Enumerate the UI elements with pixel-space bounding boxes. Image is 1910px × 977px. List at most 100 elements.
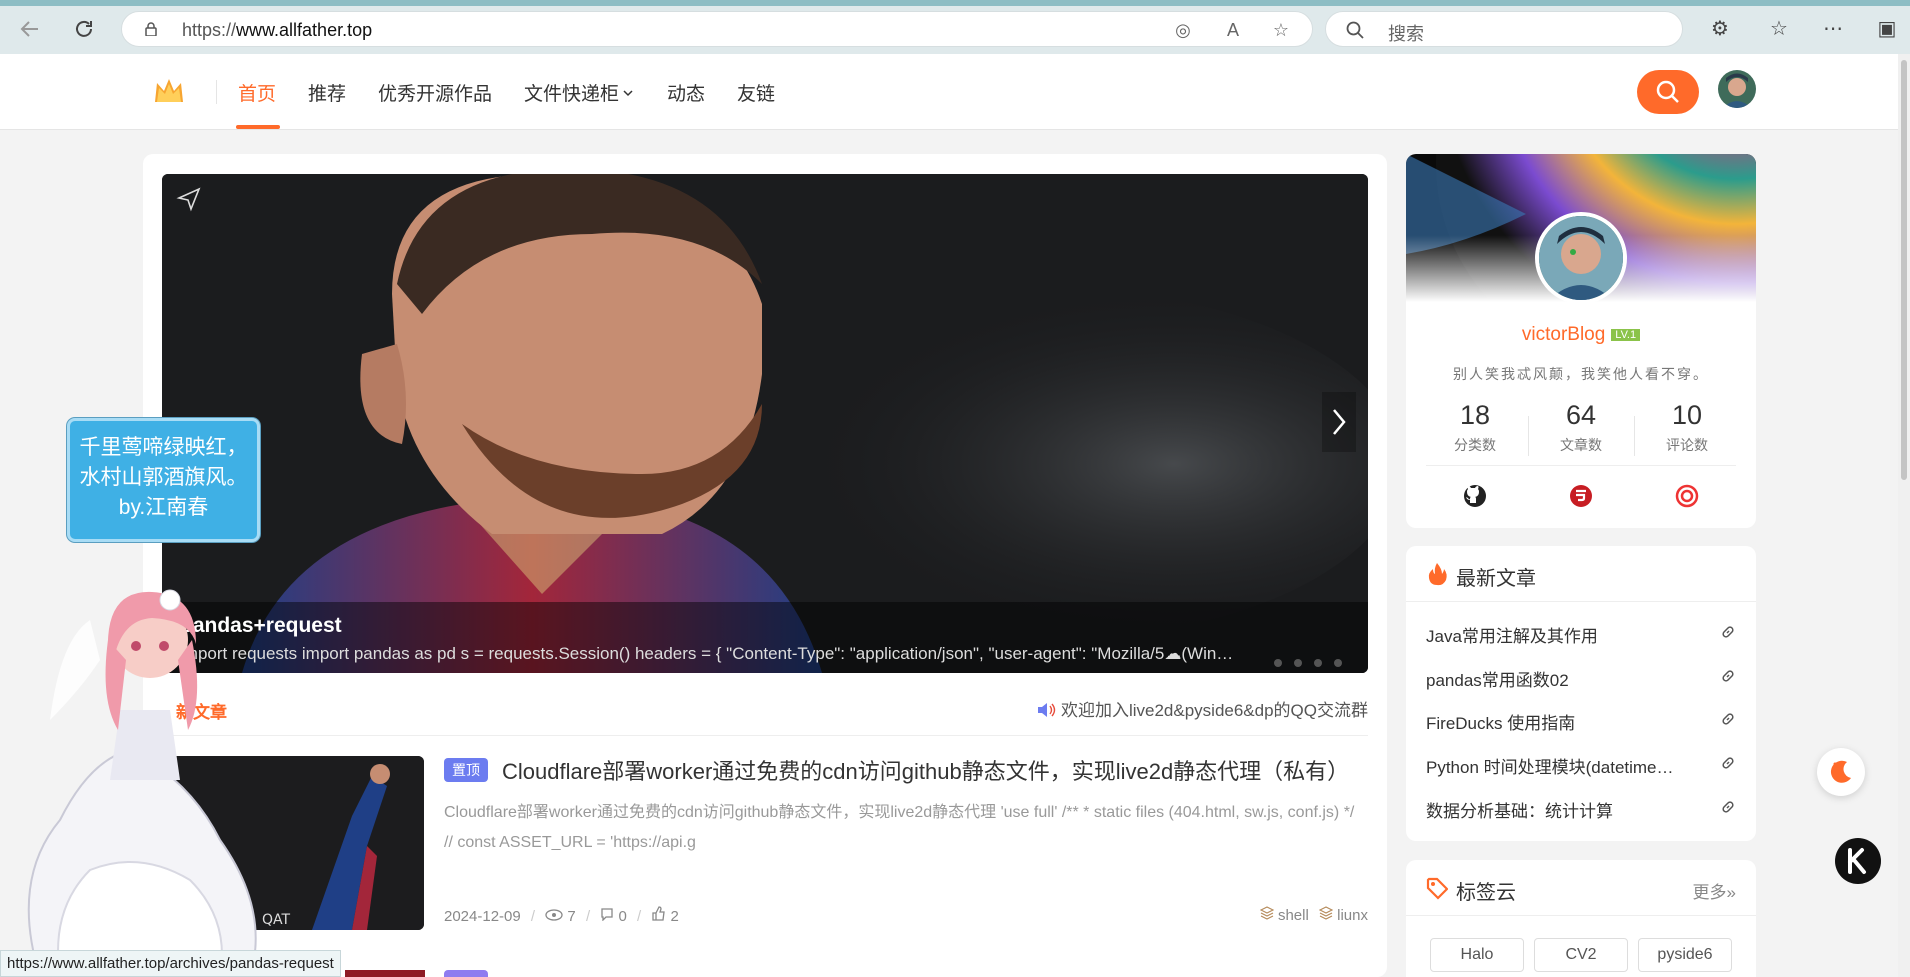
k-logo-icon [1848, 848, 1866, 874]
latest-articles-header: 最新文章 [1406, 546, 1756, 602]
extensions-icon[interactable]: ⚙ [1707, 16, 1733, 42]
floating-k-button[interactable] [1835, 838, 1881, 884]
profile-avatar[interactable] [1535, 212, 1627, 304]
stat-number: 64 [1565, 400, 1597, 430]
carousel-dots[interactable] [1274, 654, 1354, 672]
latest-article-item[interactable]: pandas常用函数02 [1426, 662, 1736, 692]
post-views: 7 [567, 908, 576, 925]
latest-article-item[interactable]: 数据分析基础：统计计算 [1426, 793, 1736, 823]
nav-file-locker[interactable]: 文件快递柜 [524, 79, 635, 106]
stat-comments[interactable]: 10 评论数 [1634, 400, 1740, 455]
tag-cloud-title: 标签云 [1456, 882, 1516, 904]
window-accent-strip [0, 0, 1910, 6]
tag-chip[interactable]: CV2 [1534, 938, 1628, 972]
chevron-down-icon [623, 90, 633, 97]
profile-name-text: victorBlog [1521, 324, 1606, 345]
stat-label: 评论数 [1666, 437, 1708, 453]
csdn-icon[interactable] [1673, 482, 1701, 510]
user-avatar[interactable] [1718, 70, 1756, 108]
link-icon [1722, 626, 1734, 638]
tag-cloud-card: 标签云 更多» Halo CV2 pyside6 [1406, 860, 1756, 977]
refresh-icon[interactable] [71, 16, 97, 42]
comment-icon [601, 908, 613, 922]
notice-bar[interactable]: 欢迎加入live2d&pyside6&dp的QQ交流群 [1037, 696, 1368, 721]
speaker-icon [1037, 703, 1056, 717]
level-badge: LV.1 [1611, 329, 1641, 341]
back-icon[interactable] [17, 16, 43, 42]
site-logo-crown-icon[interactable] [152, 74, 186, 108]
tracking-prevention-icon[interactable]: ◎ [1172, 19, 1194, 41]
post-meta: 2024-12-09 / 7 / 0 / 2 [444, 906, 679, 925]
next-post-thumbnail[interactable] [345, 970, 425, 977]
moon-icon [1830, 760, 1851, 783]
carousel-caption[interactable]: pandas+request import requests import pa… [162, 602, 1368, 673]
gitee-icon[interactable] [1567, 482, 1595, 510]
link-icon [1722, 670, 1734, 682]
github-icon[interactable] [1461, 482, 1489, 510]
latest-article-title: FireDucks 使用指南 [1426, 714, 1576, 733]
post-tag[interactable]: liunx [1337, 907, 1368, 924]
post-excerpt: Cloudflare部署worker通过免费的cdn访问github静态文件，实… [444, 804, 1355, 851]
tag-layers-icon [1259, 906, 1275, 920]
profile-name[interactable]: victorBlog LV.1 [1406, 324, 1756, 346]
address-bar[interactable]: https://www.allfather.top ◎ A ☆ [121, 11, 1313, 47]
url-host: www.allfather.top [236, 20, 373, 40]
search-icon [1346, 21, 1364, 39]
active-nav-indicator [236, 125, 280, 129]
featured-carousel[interactable]: pandas+request import requests import pa… [162, 174, 1368, 673]
latest-article-title: 数据分析基础：统计计算 [1426, 802, 1613, 821]
chevron-right-icon [1333, 409, 1346, 435]
site-search-button[interactable] [1637, 70, 1699, 114]
nav-open-source[interactable]: 优秀开源作品 [378, 79, 492, 106]
like-thumb-icon[interactable] [651, 906, 666, 921]
search-icon [1656, 80, 1679, 103]
nav-moments[interactable]: 动态 [667, 79, 705, 106]
post-date: 2024-12-09 [444, 908, 521, 925]
latest-article-item[interactable]: FireDucks 使用指南 [1426, 705, 1736, 735]
pinned-badge: 置顶 [444, 758, 488, 782]
carousel-dot[interactable] [1314, 659, 1322, 667]
meta-separator: / [636, 908, 642, 925]
stat-categories[interactable]: 18 分类数 [1422, 400, 1528, 455]
post-likes: 2 [670, 908, 679, 925]
carousel-next-button[interactable] [1322, 392, 1356, 452]
stat-number: 10 [1671, 400, 1703, 430]
scrollbar-thumb[interactable] [1901, 60, 1907, 480]
post-tag[interactable]: shell [1278, 907, 1309, 924]
profile-motto: 别人笑我忒风颠，我笑他人看不穿。 [1453, 367, 1709, 383]
header-divider [216, 80, 217, 104]
stat-number: 18 [1459, 400, 1491, 430]
dark-mode-toggle[interactable] [1817, 748, 1865, 796]
nav-recommend[interactable]: 推荐 [308, 79, 346, 106]
latest-posts-header: 新文章 欢迎加入live2d&pyside6&dp的QQ交流群 [162, 690, 1368, 736]
link-icon [1722, 801, 1734, 813]
post-tags: shell liunx [1259, 906, 1368, 924]
tag-icon [1426, 877, 1448, 900]
nav-friend-links[interactable]: 友链 [737, 79, 775, 106]
favorite-star-icon[interactable]: ☆ [1270, 19, 1292, 41]
avatar-portrait-icon [1539, 216, 1623, 300]
sidebar-toggle-icon[interactable]: ▣ [1874, 16, 1900, 42]
share-send-icon[interactable] [176, 186, 202, 212]
carousel-dot[interactable] [1274, 659, 1282, 667]
favorites-icon[interactable]: ☆ [1766, 16, 1792, 42]
nav-home[interactable]: 首页 [238, 79, 276, 106]
carousel-dot[interactable] [1334, 659, 1342, 667]
stat-articles[interactable]: 64 文章数 [1528, 400, 1634, 455]
url-text[interactable]: https://www.allfather.top [182, 20, 372, 41]
tag-chip[interactable]: Halo [1430, 938, 1524, 972]
live2d-character[interactable] [0, 580, 280, 977]
tag-cloud-more-link[interactable]: 更多» [1693, 878, 1736, 903]
post-card[interactable]: QAT 置顶 Cloudflare部署worker通过免费的cdn访问githu… [162, 754, 1368, 954]
more-menu-icon[interactable]: ⋯ [1820, 16, 1846, 42]
latest-articles-card: 最新文章 Java常用注解及其作用 pandas常用函数02 FireDucks… [1406, 546, 1756, 841]
page-scrollbar[interactable] [1898, 54, 1910, 977]
carousel-slide-image [162, 174, 1368, 673]
latest-article-item[interactable]: Python 时间处理模块(datetime… [1426, 749, 1736, 779]
read-aloud-icon[interactable]: A [1222, 19, 1244, 41]
latest-article-item[interactable]: Java常用注解及其作用 [1426, 618, 1736, 648]
tag-chip[interactable]: pyside6 [1638, 938, 1732, 972]
post-title[interactable]: Cloudflare部署worker通过免费的cdn访问github静态文件，实… [502, 754, 1349, 786]
browser-search-box[interactable]: 搜索 [1325, 11, 1683, 47]
carousel-dot[interactable] [1294, 659, 1302, 667]
